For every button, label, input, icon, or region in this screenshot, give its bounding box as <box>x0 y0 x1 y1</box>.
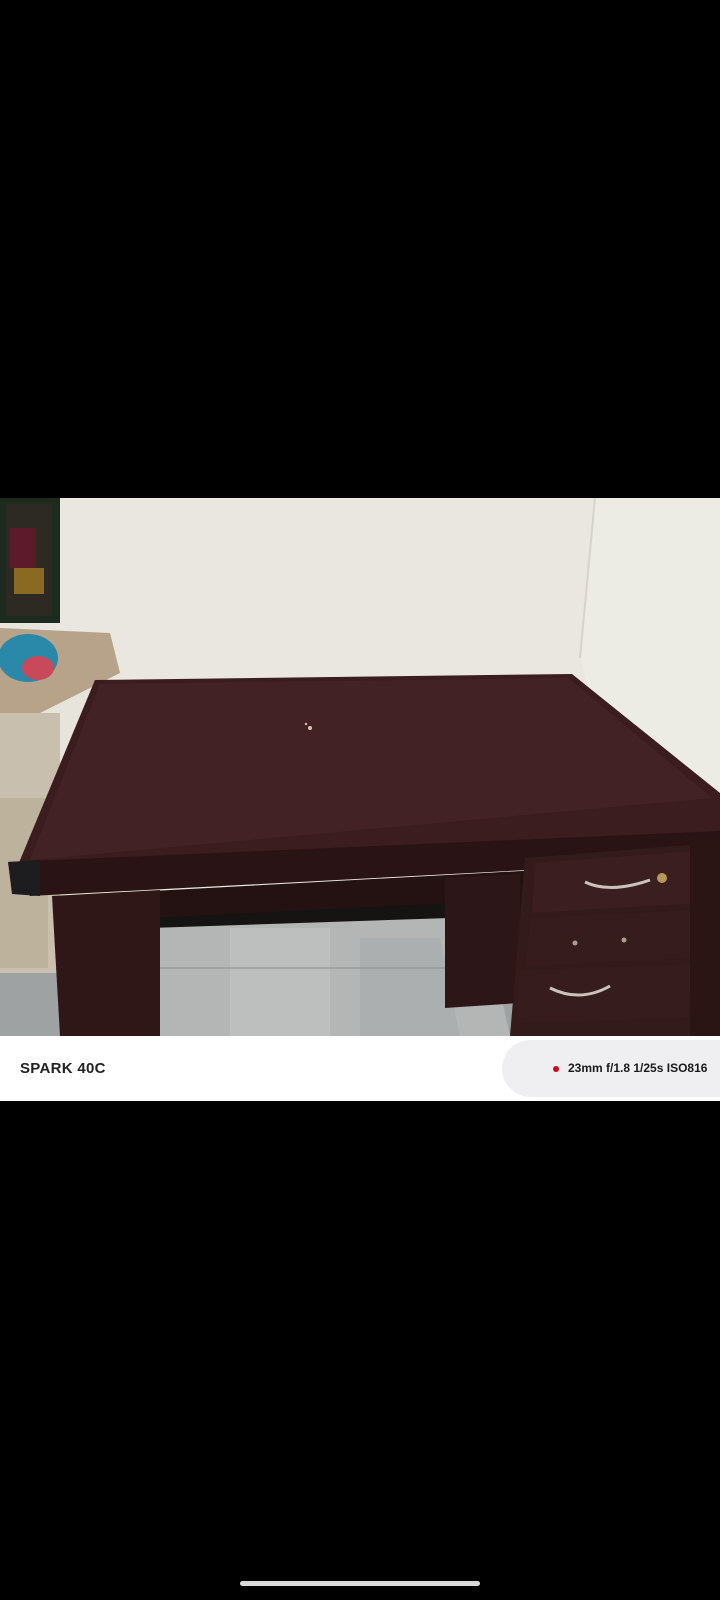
photo[interactable] <box>0 498 720 1036</box>
exif-info-text: 23mm f/1.8 1/25s ISO816 <box>568 1061 708 1075</box>
exif-info-pill: 23mm f/1.8 1/25s ISO816 <box>502 1040 720 1097</box>
device-name-label: SPARK 40C <box>20 1060 106 1077</box>
home-indicator[interactable] <box>240 1581 480 1586</box>
record-dot-icon <box>553 1066 559 1072</box>
photo-viewer-screen: SPARK 40C 23mm f/1.8 1/25s ISO816 <box>0 0 720 1600</box>
desk-photo-illustration <box>0 498 720 1036</box>
camera-watermark-bar: SPARK 40C 23mm f/1.8 1/25s ISO816 <box>0 1036 720 1101</box>
